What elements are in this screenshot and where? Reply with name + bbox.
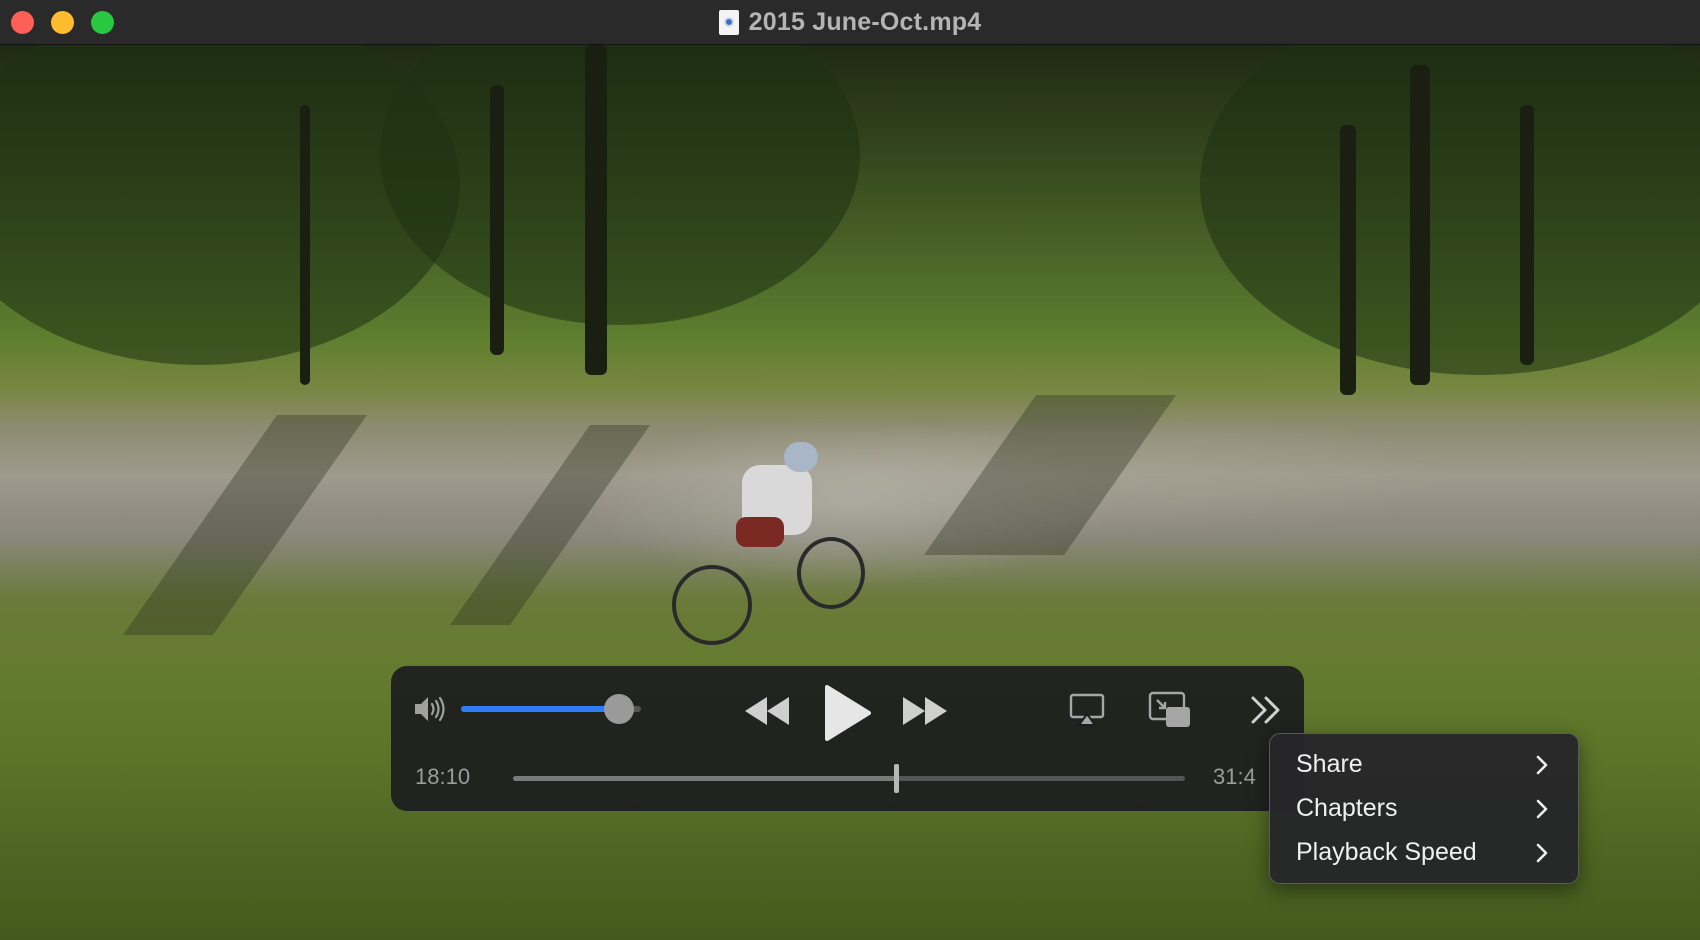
- window-title-group: 2015 June-Oct.mp4: [0, 0, 1700, 44]
- more-options-button[interactable]: [1249, 692, 1283, 728]
- tree-trunk: [1340, 125, 1356, 395]
- airplay-icon: [1069, 693, 1105, 726]
- volume-slider[interactable]: [461, 694, 641, 724]
- fast-forward-icon: [903, 697, 947, 725]
- picture-in-picture-button[interactable]: [1147, 690, 1193, 730]
- tree-trunk: [300, 105, 310, 385]
- menu-item-label: Playback Speed: [1296, 837, 1477, 866]
- elapsed-time: 18:10: [415, 764, 471, 789]
- play-icon: [825, 685, 871, 741]
- rewind-icon: [745, 697, 789, 725]
- more-options-menu: Share Chapters Playback Speed: [1269, 733, 1579, 884]
- chevron-right-icon: [1536, 799, 1548, 819]
- bike-wheel: [797, 537, 865, 609]
- chevron-right-icon: [1536, 755, 1548, 775]
- speaker-icon[interactable]: [413, 694, 449, 724]
- tree-trunk: [490, 85, 504, 355]
- volume-level: [461, 706, 620, 712]
- playhead[interactable]: [894, 764, 900, 793]
- tree-shadow: [923, 395, 1177, 555]
- tree-canopy: [1200, 45, 1700, 375]
- rewind-button[interactable]: [743, 690, 793, 732]
- picture-in-picture-icon: [1148, 691, 1190, 727]
- menu-item-chapters[interactable]: Chapters: [1270, 786, 1578, 830]
- timeline-progress: [513, 776, 897, 781]
- playback-controls: 18:10 31:4: [391, 666, 1304, 811]
- chevron-right-icon: [1536, 843, 1548, 863]
- cyclist-shorts: [736, 517, 784, 547]
- tree-shadow: [449, 425, 651, 625]
- menu-item-share[interactable]: Share: [1270, 742, 1578, 786]
- cyclist-helmet: [784, 442, 818, 472]
- total-time: 31:4: [1213, 764, 1256, 789]
- airplay-button[interactable]: [1067, 691, 1107, 729]
- volume-slider-knob[interactable]: [604, 694, 635, 724]
- timeline-scrubber[interactable]: [513, 764, 1185, 793]
- tree-trunk: [1520, 105, 1534, 365]
- window-title: 2015 June-Oct.mp4: [748, 7, 982, 36]
- more-chevrons-icon: [1251, 696, 1280, 724]
- bike-wheel: [672, 565, 752, 645]
- title-bar: 2015 June-Oct.mp4: [0, 0, 1700, 45]
- menu-item-label: Share: [1296, 749, 1363, 778]
- tree-trunk: [1410, 65, 1430, 385]
- tree-shadow: [122, 415, 368, 635]
- menu-item-label: Chapters: [1296, 793, 1398, 822]
- play-button[interactable]: [819, 684, 875, 742]
- quicktime-document-icon: [718, 9, 739, 35]
- fast-forward-button[interactable]: [899, 690, 949, 732]
- menu-item-playback-speed[interactable]: Playback Speed: [1270, 830, 1578, 874]
- tree-trunk: [585, 45, 607, 375]
- tree-canopy: [380, 45, 860, 325]
